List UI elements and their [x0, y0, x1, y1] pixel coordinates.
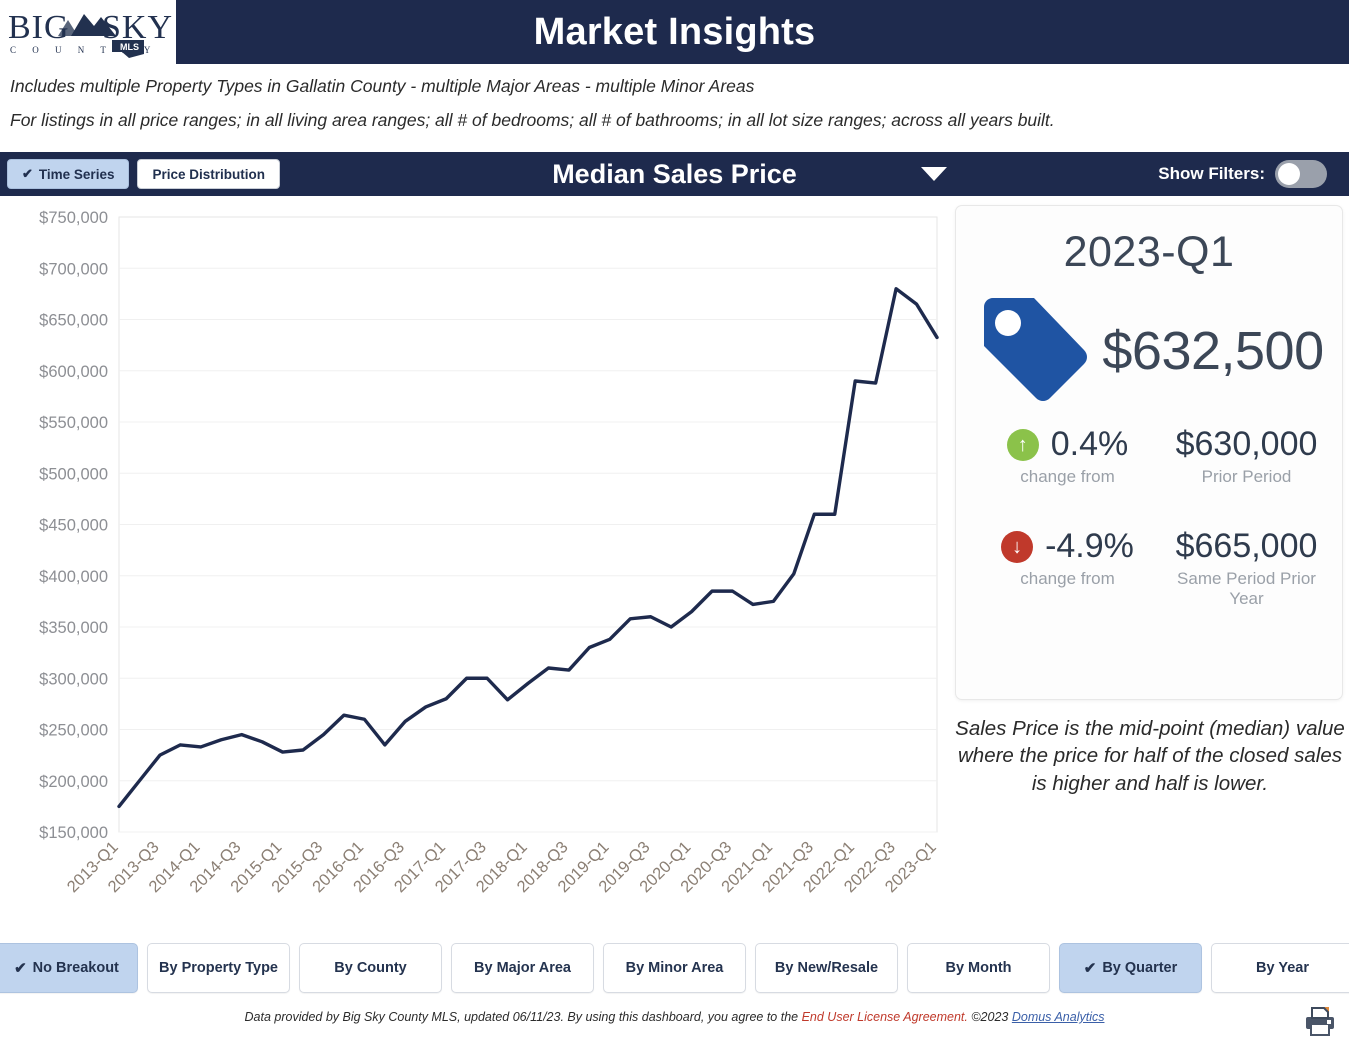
breakout-button-label: By Major Area	[474, 960, 571, 976]
y-axis-tick-label: $250,000	[39, 722, 108, 740]
y-axis-tick-label: $650,000	[39, 312, 108, 330]
stat-row-prior-period: ↑ 0.4% change from $630,000 Prior Period	[956, 425, 1342, 487]
breakout-button-by-quarter[interactable]: ✔ By Quarter	[1059, 943, 1202, 993]
tab-time-series[interactable]: ✔ Time Series	[7, 159, 129, 189]
breakout-button-by-month[interactable]: By Month	[907, 943, 1050, 993]
breakout-button-no-breakout[interactable]: ✔ No Breakout	[0, 943, 138, 993]
tab-price-distribution-label: Price Distribution	[152, 167, 265, 182]
breakout-button-by-property-type[interactable]: By Property Type	[147, 943, 290, 993]
y-axis-tick-label: $600,000	[39, 363, 108, 381]
footer: Data provided by Big Sky County MLS, upd…	[0, 1006, 1349, 1037]
svg-text:BIG: BIG	[8, 9, 70, 46]
app-header: BIG SKY C O U N T R Y MLS Market Insight…	[0, 0, 1349, 64]
breakout-button-by-year[interactable]: By Year	[1211, 943, 1349, 993]
check-icon: ✔	[22, 166, 33, 182]
prior-year-amount-sub: Same Period Prior Year	[1165, 569, 1328, 608]
median-sales-price-chart[interactable]: $750,000 $700,000 $650,000 $600,000 $550,000…	[0, 196, 950, 937]
metric-definition: Sales Price is the mid-point (median) va…	[955, 715, 1345, 797]
breakout-button-label: By Minor Area	[626, 960, 724, 976]
prior-year-pct: -4.9%	[1045, 527, 1134, 566]
arrow-up-glyph: ↑	[1018, 435, 1028, 455]
prior-period-amount-sub: Prior Period	[1202, 467, 1292, 487]
y-axis-tick-label: $450,000	[39, 517, 108, 535]
prior-year-pct-sub: change from	[1020, 569, 1115, 589]
filter-summary: Includes multiple Property Types in Gall…	[0, 64, 1349, 129]
y-axis-tick-label: $750,000	[39, 209, 108, 227]
prior-year-amount-wrap: $665,000 Same Period Prior Year	[1165, 527, 1328, 608]
breakout-button-by-new-resale[interactable]: By New/Resale	[755, 943, 898, 993]
filter-summary-line-1: Includes multiple Property Types in Gall…	[0, 64, 1349, 96]
prior-year-change: ↓ -4.9% change from	[970, 527, 1165, 589]
show-filters-toggle[interactable]	[1275, 160, 1327, 188]
market-insights-dashboard: BIG SKY C O U N T R Y MLS Market Insight…	[0, 0, 1349, 1037]
chart-svg: $750,000 $700,000 $650,000 $600,000 $550,000…	[0, 196, 950, 937]
prior-period-change: ↑ 0.4% change from	[970, 425, 1165, 487]
view-mode-tabs: ✔ Time Series Price Distribution	[7, 159, 280, 189]
breakout-button-label: By Property Type	[159, 960, 278, 976]
breakout-button-label: By Year	[1256, 960, 1309, 976]
check-icon: ✔	[1084, 959, 1097, 977]
breakout-button-by-major-area[interactable]: By Major Area	[451, 943, 594, 993]
breakout-button-by-minor-area[interactable]: By Minor Area	[603, 943, 746, 993]
period-label: 2023-Q1	[956, 228, 1342, 277]
printer-icon-svg	[1303, 1006, 1337, 1037]
footer-copyright: ©2023	[968, 1010, 1012, 1024]
big-sky-mls-logo: BIG SKY C O U N T R Y MLS	[0, 0, 176, 64]
prior-year-amount: $665,000	[1176, 527, 1318, 566]
show-filters-label: Show Filters:	[1158, 164, 1265, 184]
footer-text-before: Data provided by Big Sky County MLS, upd…	[245, 1010, 802, 1024]
show-filters-control: Show Filters:	[1158, 160, 1327, 188]
prior-period-amount: $630,000	[1176, 425, 1318, 464]
eula-link[interactable]: End User License Agreement.	[802, 1010, 968, 1024]
y-axis-tick-label: $350,000	[39, 619, 108, 637]
arrow-down-glyph: ↓	[1012, 537, 1022, 557]
comparison-stats: ↑ 0.4% change from $630,000 Prior Period	[956, 425, 1342, 608]
printer-icon[interactable]	[1303, 1006, 1337, 1037]
current-price-value: $632,500	[1102, 320, 1323, 382]
tab-price-distribution[interactable]: Price Distribution	[137, 159, 280, 189]
y-axis-tick-label: $150,000	[39, 824, 108, 842]
arrow-up-icon: ↑	[1007, 429, 1039, 461]
toggle-knob	[1278, 163, 1300, 185]
current-price-row: $632,500	[956, 293, 1342, 409]
domus-analytics-link[interactable]: Domus Analytics	[1012, 1010, 1105, 1024]
footer-disclaimer: Data provided by Big Sky County MLS, upd…	[0, 1010, 1349, 1024]
filter-summary-line-2: For listings in all price ranges; in all…	[0, 96, 1349, 130]
tab-time-series-label: Time Series	[39, 167, 115, 182]
breakout-button-label: By Month	[945, 960, 1011, 976]
main-content: $750,000 $700,000 $650,000 $600,000 $550,000…	[0, 196, 1349, 937]
prior-period-amount-wrap: $630,000 Prior Period	[1165, 425, 1328, 487]
breakout-button-label: By County	[334, 960, 407, 976]
y-axis-tick-label: $700,000	[39, 260, 108, 278]
logo-svg: BIG SKY C O U N T R Y MLS	[4, 4, 172, 60]
y-axis-tick-label: $550,000	[39, 414, 108, 432]
chevron-down-icon[interactable]	[921, 167, 947, 181]
y-axis-tick-label: $500,000	[39, 465, 108, 483]
y-axis-tick-label: $200,000	[39, 773, 108, 791]
price-tag-icon	[974, 293, 1092, 409]
view-toolbar: ✔ Time Series Price Distribution Median …	[0, 152, 1349, 196]
summary-card: 2023-Q1 $632,500 ↑ 0.4%	[955, 205, 1343, 700]
stat-row-prior-year: ↓ -4.9% change from $665,000 Same Period…	[956, 527, 1342, 608]
breakout-button-label: By Quarter	[1102, 960, 1177, 976]
y-axis-tick-label: $400,000	[39, 568, 108, 586]
check-icon: ✔	[14, 959, 27, 977]
breakout-button-by-county[interactable]: By County	[299, 943, 442, 993]
breakout-button-label: No Breakout	[33, 960, 119, 976]
page-title: Market Insights	[176, 11, 1173, 54]
svg-text:MLS: MLS	[120, 42, 139, 52]
arrow-down-icon: ↓	[1001, 531, 1033, 563]
breakout-button-bar: ✔ No Breakout By Property Type By County By …	[0, 942, 1349, 994]
prior-period-pct: 0.4%	[1051, 425, 1129, 464]
prior-period-pct-sub: change from	[1020, 467, 1115, 487]
y-axis-tick-label: $300,000	[39, 670, 108, 688]
breakout-button-label: By New/Resale	[775, 960, 878, 976]
